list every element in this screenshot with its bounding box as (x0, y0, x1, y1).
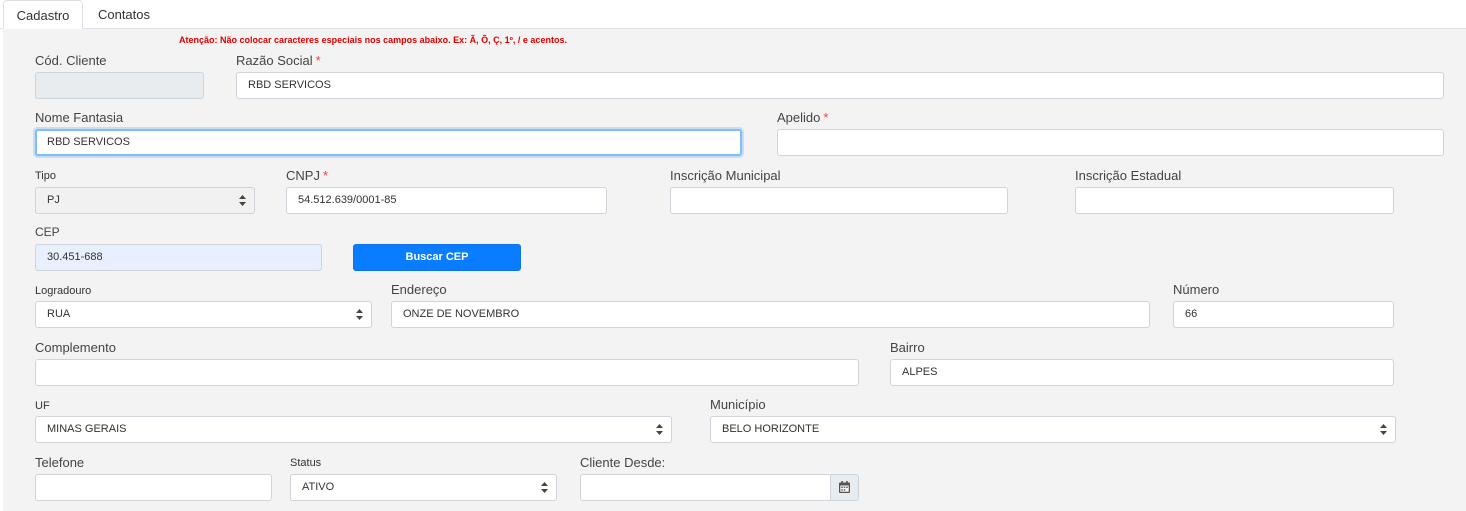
calendar-icon (839, 481, 850, 493)
telefone-input[interactable] (35, 474, 272, 501)
inscricao-estadual-input[interactable] (1075, 187, 1394, 214)
warning-text: Atenção: Não colocar caracteres especiai… (179, 35, 567, 45)
inscricao-municipal-input[interactable] (670, 187, 1008, 214)
calendar-button[interactable] (831, 474, 859, 501)
cep-input[interactable]: 30.451-688 (35, 244, 322, 271)
endereco-label: Endereço (391, 282, 447, 297)
razao-social-input[interactable]: RBD SERVICOS (236, 72, 1444, 99)
complemento-input[interactable] (35, 359, 859, 386)
required-mark: * (315, 53, 321, 68)
tipo-select[interactable]: PJ (35, 187, 255, 214)
cnpj-input[interactable]: 54.512.639/0001-85 (286, 187, 607, 214)
bairro-input[interactable]: ALPES (890, 359, 1394, 386)
updown-caret-icon (356, 302, 363, 327)
updown-caret-icon (1380, 417, 1387, 442)
inscricao-municipal-label: Inscrição Municipal (670, 168, 781, 183)
apelido-label: Apelido * (777, 110, 828, 125)
uf-select[interactable]: MINAS GERAIS (35, 416, 672, 443)
cod-cliente-label: Cód. Cliente (35, 53, 107, 68)
tab-bar: Cadastro Contatos (0, 0, 1466, 29)
tab-cadastro[interactable]: Cadastro (3, 0, 83, 29)
nome-fantasia-input[interactable]: RBD SERVICOS (35, 129, 742, 156)
updown-caret-icon (656, 417, 663, 442)
uf-label: UF (35, 400, 50, 412)
tipo-value: PJ (47, 194, 60, 206)
tipo-label: Tipo (35, 170, 56, 182)
municipio-label: Município (710, 397, 766, 412)
cliente-desde-input[interactable] (580, 474, 831, 501)
apelido-label-text: Apelido (777, 110, 821, 125)
nome-fantasia-label: Nome Fantasia (35, 110, 124, 125)
complemento-label: Complemento (35, 340, 116, 355)
logradouro-select[interactable]: RUA (35, 301, 372, 328)
status-value: ATIVO (302, 481, 335, 493)
cod-cliente-field (35, 72, 204, 99)
updown-caret-icon (541, 475, 548, 500)
cnpj-label: CNPJ * (286, 168, 328, 183)
logradouro-label: Logradouro (35, 285, 92, 297)
status-label: Status (290, 457, 322, 469)
razao-social-label-text: Razão Social (236, 53, 313, 68)
inscricao-estadual-label: Inscrição Estadual (1075, 168, 1182, 183)
municipio-value: BELO HORIZONTE (722, 423, 820, 435)
tab-contatos[interactable]: Contatos (86, 0, 162, 29)
cnpj-label-text: CNPJ (286, 168, 320, 183)
status-select[interactable]: ATIVO (290, 474, 557, 501)
endereco-input[interactable]: ONZE DE NOVEMBRO (391, 301, 1150, 328)
apelido-input[interactable] (777, 129, 1444, 156)
logradouro-value: RUA (47, 308, 71, 320)
cliente-desde-label: Cliente Desde: (580, 455, 666, 470)
telefone-label: Telefone (35, 455, 85, 470)
required-mark: * (823, 110, 829, 125)
numero-input[interactable]: 66 (1173, 301, 1394, 328)
required-mark: * (322, 168, 329, 183)
buscar-cep-button[interactable]: Buscar CEP (353, 244, 521, 271)
numero-label: Número (1173, 282, 1220, 297)
updown-caret-icon (239, 188, 246, 213)
municipio-select[interactable]: BELO HORIZONTE (710, 416, 1396, 443)
cep-label: CEP (35, 225, 60, 239)
bairro-label: Bairro (890, 340, 925, 355)
uf-value: MINAS GERAIS (47, 423, 127, 435)
razao-social-label: Razão Social * (236, 53, 321, 68)
